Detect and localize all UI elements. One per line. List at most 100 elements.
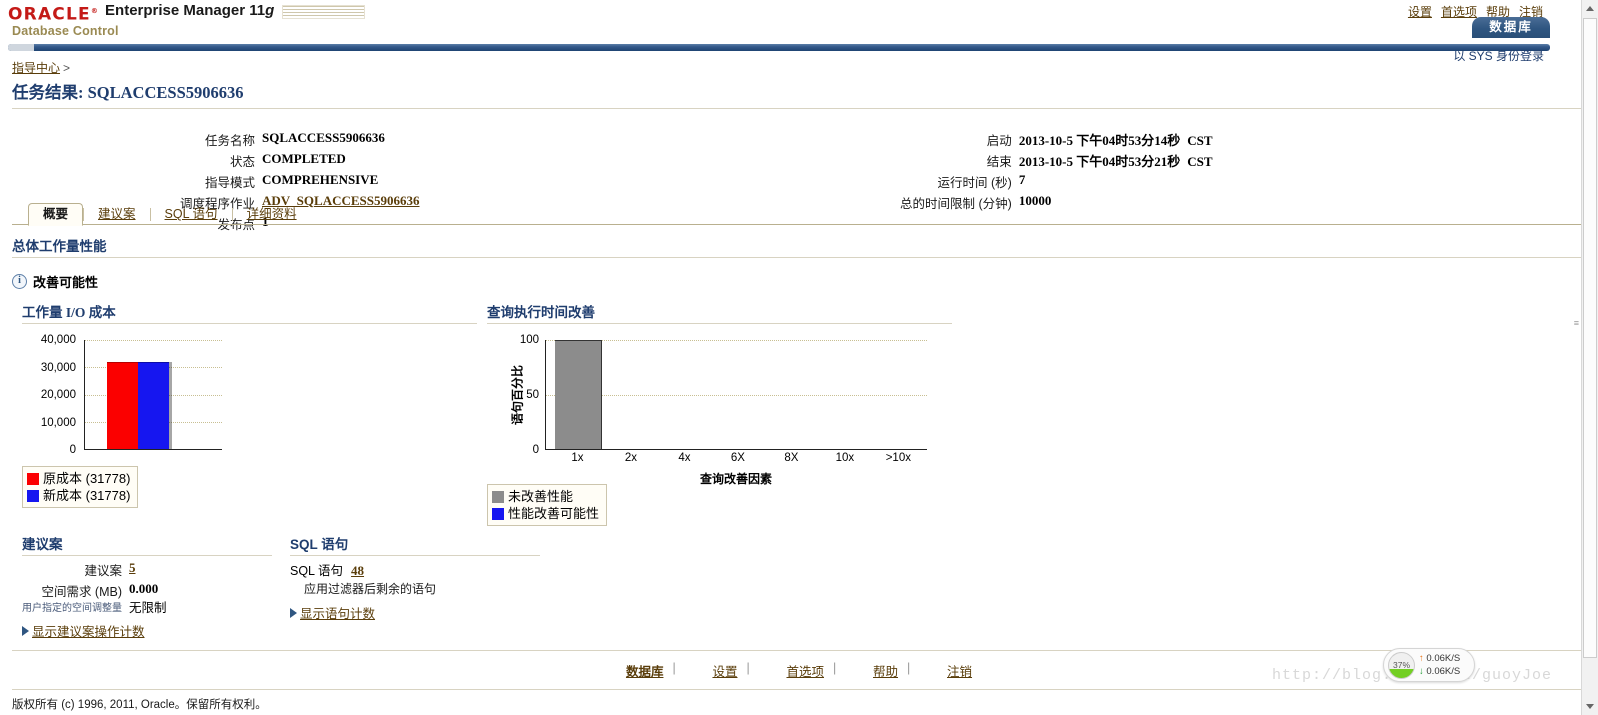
network-gauge-icon: 37% (1388, 651, 1415, 679)
scroll-down-arrow-icon[interactable] (1582, 698, 1598, 715)
copyright-line-1: 版权所有 (c) 1996, 2011, Oracle。保留所有权利。 (12, 699, 267, 711)
xtick-6x: 6X (730, 452, 745, 464)
sql-label-count: SQL 语句 (290, 564, 344, 578)
section-heading-divider (12, 257, 1586, 258)
section-heading-overall-workload: 总体工作量性能 (12, 239, 107, 254)
xtick-4x: 4x (678, 452, 691, 464)
sql-statements-disclosure[interactable]: 显示语句计数 (290, 603, 540, 622)
detail-label-start: 启动 (986, 133, 1012, 148)
footer-link-database[interactable]: 数据库 (626, 661, 664, 680)
product-subtitle: Database Control (12, 23, 119, 38)
tab-details-label[interactable]: 详细资料 (247, 207, 297, 221)
rec-value-space: 0.000 (129, 581, 159, 596)
footer-separator: | (833, 661, 837, 675)
tab-database[interactable]: 数据库 (1472, 17, 1550, 38)
xtick-gt10x: >10x (885, 452, 911, 464)
detail-value-start: 2013-10-5 下午04时53分14秒 CST (1019, 130, 1213, 149)
charts-row: 工作量 I/O 成本 40,000 30,000 20,000 10,000 0 (12, 301, 1586, 531)
recommendations-count-link[interactable]: 5 (129, 560, 136, 575)
rec-value-count: 5 (129, 560, 167, 579)
sql-statements-kv: SQL 语句 48 应用过滤器后剩余的语句 (290, 560, 540, 597)
network-download-value: 0.06K/S (1426, 666, 1461, 677)
sql-statements-count-link[interactable]: 48 (351, 563, 364, 578)
rec-value-user-space-adjust: 无限制 (129, 601, 167, 615)
ytick-40000: 40,000 (40, 334, 76, 346)
chart-workload-legend: 原成本 (31778) 新成本 (31778) (22, 466, 139, 508)
page-title-prefix: 任务结果: (12, 83, 84, 102)
detail-value-end-time: 2013-10-5 下午04时53分21秒 (1018, 153, 1181, 169)
detail-value-status: COMPLETED (262, 150, 346, 166)
vertical-scrollbar[interactable] (1581, 0, 1598, 715)
ytick-100: 100 (519, 334, 539, 346)
bar-1x-unimproved[interactable] (555, 340, 602, 449)
chart-query-xaxis: 1x 2x 4x 6X 8X 10x >10x (545, 452, 927, 470)
xtick-1x: 1x (571, 452, 584, 464)
sql-statements-divider (290, 555, 540, 556)
recommendations-divider (22, 555, 272, 556)
xtick-8x: 8X (784, 452, 799, 464)
network-upload-value: 0.06K/S (1426, 653, 1461, 664)
scrollbar-thumb[interactable] (1583, 18, 1597, 658)
oracle-logo-text: ORACLE (8, 4, 91, 25)
bar-new-cost[interactable] (138, 340, 172, 449)
legend-label-original-cost: 原成本 (31778) (43, 471, 131, 486)
disclosure-triangle-icon (290, 607, 297, 618)
detail-label-advisor-mode: 指导模式 (205, 175, 256, 190)
show-statement-counts-link[interactable]: 显示语句计数 (300, 603, 375, 622)
rec-label-user-space-adjust: 用户指定的空间调整量 (22, 603, 122, 614)
tab-overview[interactable]: 概要 (28, 203, 84, 226)
header-link-settings[interactable]: 设置 (1408, 3, 1432, 20)
detail-value-task-name: SQLACCESS5906636 (262, 129, 385, 145)
scroll-notch-icon: ≡ (1573, 318, 1579, 328)
ytick-0: 0 (532, 444, 539, 456)
rec-label-space: 空间需求 (MB) (41, 585, 122, 599)
recommendations-block: 建议案 建议案 5 空间需求 (MB) 0.000 用户指定的空间调整量 无限制… (22, 533, 272, 640)
sql-value-count: 48 (351, 563, 364, 579)
footer-link-settings[interactable]: 设置 (712, 661, 737, 680)
network-speed-widget[interactable]: 37% ↑ 0.06K/S ↓ 0.06K/S (1383, 648, 1475, 682)
breadcrumb-link-advisor-central[interactable]: 指导中心 (12, 61, 60, 75)
footer-link-preferences[interactable]: 首选项 (786, 661, 824, 680)
product-title-text: Enterprise Manager 11 (105, 2, 266, 19)
chart-query-execution-improvement: 查询执行时间改善 语句百分比 100 50 0 1x 2x 4x 6X 8X 1… (487, 301, 952, 526)
footer-link-logout[interactable]: 注销 (947, 661, 972, 680)
ytick-30000: 30,000 (40, 361, 76, 374)
tab-details[interactable]: 详细资料 (233, 204, 311, 225)
sql-statements-count-row: SQL 语句 48 (290, 560, 540, 579)
detail-value-start-time: 2013-10-5 下午04时53分14秒 (1018, 132, 1181, 148)
tab-strip: 概要 建议案 SQL 语句 详细资料 (12, 203, 1586, 226)
chart-query-yaxis: 100 50 0 (503, 334, 543, 456)
sql-statements-block: SQL 语句 SQL 语句 48 应用过滤器后剩余的语句 显示语句计数 (290, 533, 540, 622)
sys-login-status: 以 SYS 身份登录 (1453, 49, 1544, 63)
improvement-possibility-text: 改善可能性 (33, 275, 99, 290)
detail-value-start-tz: CST (1187, 132, 1213, 148)
tab-sql-statements[interactable]: SQL 语句 (151, 204, 232, 225)
disclosure-triangle-icon (22, 625, 29, 636)
legend-swatch-blue (27, 489, 39, 502)
footer-links: 数据库 | 设置 | 首选项 | 帮助 | 注销 (0, 661, 1598, 680)
rec-label-count: 建议案 (84, 564, 122, 578)
detail-label-end: 结束 (986, 154, 1012, 169)
bar-original-cost[interactable] (107, 340, 138, 449)
job-details: 任务名称 SQLACCESS5906636 状态 COMPLETED 指导模式 … (0, 117, 1598, 232)
legend-swatch-blue2 (492, 507, 504, 520)
detail-label-status: 状态 (230, 154, 256, 169)
improvement-possibility-row: i 改善可能性 (12, 272, 1586, 291)
network-rates: ↑ 0.06K/S ↓ 0.06K/S (1419, 652, 1460, 678)
footer-link-help[interactable]: 帮助 (873, 661, 898, 680)
tab-sql-statements-label[interactable]: SQL 语句 (165, 207, 218, 221)
recommendations-disclosure[interactable]: 显示建议案操作计数 (22, 621, 272, 640)
xtick-2x: 2x (624, 452, 638, 464)
chart-workload-title: 工作量 I/O 成本 (22, 305, 116, 320)
tab-recommendations[interactable]: 建议案 (84, 204, 150, 225)
sql-statements-title: SQL 语句 (290, 537, 349, 552)
detail-value-advisor-mode: COMPREHENSIVE (262, 171, 379, 187)
scroll-up-arrow-icon[interactable] (1582, 0, 1598, 17)
detail-value-end: 2013-10-5 下午04时53分21秒 CST (1019, 151, 1213, 170)
title-divider (12, 108, 1586, 109)
footer-separator: | (746, 661, 750, 675)
legend-item-improvable: 性能改善可能性 (492, 505, 599, 522)
tab-recommendations-label[interactable]: 建议案 (98, 207, 136, 221)
show-recommendation-action-counts-link[interactable]: 显示建议案操作计数 (32, 621, 145, 640)
header-link-preferences[interactable]: 首选项 (1441, 3, 1477, 20)
